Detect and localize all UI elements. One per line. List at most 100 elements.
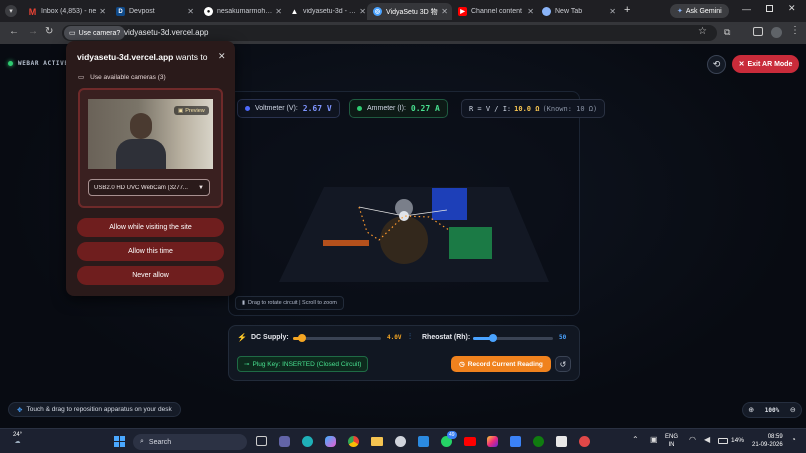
camera-option: ▭ Use available cameras (3) (78, 73, 166, 82)
rheostat-model (323, 240, 369, 246)
reposition-hint: ✥ Touch & drag to reposition apparatus o… (8, 402, 181, 417)
copilot-icon[interactable] (325, 436, 336, 447)
profile-avatar[interactable] (771, 27, 782, 38)
tab-strip: ▾ M Inbox (4,853) - ne ✕ D Devpost ✕ ● n… (0, 0, 806, 22)
star-icon[interactable]: ☆ (698, 26, 707, 37)
xbox-icon[interactable] (533, 436, 544, 447)
wifi-icon[interactable]: ◠ (689, 435, 696, 444)
circuit-3d-scene[interactable] (229, 92, 581, 317)
github-desktop-icon[interactable] (395, 436, 406, 447)
chrome-taskbar-icon[interactable] (348, 436, 359, 447)
back-icon[interactable]: ← (9, 26, 19, 37)
preview-icon: ▣ (178, 107, 184, 114)
allow-while-visiting-button[interactable]: Allow while visiting the site (77, 218, 224, 237)
reset-icon: ↺ (559, 359, 567, 369)
windows-taskbar: 24° ☁ ⌕ Search 49 ⌃ ▣ ENG IN ◠ ◀ 14% 08:… (0, 428, 806, 453)
battery-icon (718, 437, 728, 444)
plug-key-toggle[interactable]: ⊸ Plug Key: INSERTED (Closed Circuit) (237, 356, 369, 372)
tray-app-icon[interactable]: ▣ (650, 435, 658, 444)
tab-inbox[interactable]: M Inbox (4,853) - ne ✕ (22, 3, 110, 20)
minimize-button[interactable]: — (742, 4, 751, 14)
vidyasetu-icon: ◎ (373, 7, 382, 16)
tab-vercel[interactable]: ▲ vidyasetu-3d - Ov ✕ (284, 3, 370, 20)
new-tab-button[interactable]: + (624, 4, 630, 16)
dialog-close-button[interactable]: ✕ (218, 51, 226, 62)
edge-icon[interactable] (302, 436, 313, 447)
allow-this-time-button[interactable]: Allow this time (77, 242, 224, 261)
tab-vidyasetu[interactable]: ◎ VidyaSetu 3D 物 ✕ (367, 3, 452, 20)
taskbar-search[interactable]: ⌕ Search (133, 434, 247, 450)
close-icon[interactable]: ✕ (275, 7, 282, 16)
close-icon[interactable]: ✕ (609, 7, 616, 16)
never-allow-button[interactable]: Never allow (77, 266, 224, 285)
task-view-icon[interactable] (256, 436, 267, 446)
person-body (116, 139, 166, 169)
zoom-in-icon[interactable]: ⊕ (748, 406, 754, 414)
close-icon[interactable]: ✕ (441, 7, 448, 16)
dc-supply-thumb[interactable] (297, 334, 306, 342)
plug-icon: ⊸ (244, 361, 250, 368)
extensions-icon[interactable]: ⧉ (724, 27, 730, 38)
camera-app-icon[interactable] (579, 436, 590, 447)
github-icon: ● (204, 7, 213, 16)
tab-newtab[interactable]: New Tab ✕ (536, 3, 620, 20)
camera-select[interactable]: USB2.0 HD UVC WebCam (3277... ▼ (88, 179, 210, 196)
camera-permission-chip[interactable]: ▭ Use camera? (64, 26, 126, 40)
tab-label: New Tab (555, 8, 583, 15)
close-icon[interactable]: ✕ (527, 7, 534, 16)
restore-button[interactable] (766, 5, 773, 12)
battery-indicator[interactable]: 14% (718, 437, 744, 444)
close-icon[interactable]: ✕ (99, 7, 106, 16)
chrome-icon (542, 7, 551, 16)
reset-button[interactable]: ↺ (555, 356, 571, 372)
record-reading-button[interactable]: ◷ Record Current Reading (451, 356, 551, 372)
tab-youtube[interactable]: ▶ Channel content ✕ (452, 3, 538, 20)
exit-ar-button[interactable]: ✕ Exit AR Mode (732, 55, 799, 73)
rheostat-thumb[interactable] (489, 334, 497, 342)
tray-chevron-icon[interactable]: ⌃ (632, 435, 639, 444)
app-grid-icon[interactable] (510, 436, 521, 447)
rheostat-slider[interactable] (473, 334, 553, 342)
notification-badge: 49 (447, 431, 457, 439)
camera-preview-frame: ▣ Preview USB2.0 HD UVC WebCam (3277... … (78, 88, 223, 208)
file-explorer-icon[interactable] (371, 437, 383, 446)
start-icon[interactable] (114, 436, 125, 447)
webar-status: WEBAR ACTIVE (8, 60, 69, 67)
bolt-icon: ⚡ (237, 333, 247, 342)
zoom-out-icon[interactable]: ⊖ (790, 406, 796, 414)
language-indicator[interactable]: ENG IN (665, 433, 678, 449)
camera-icon: ▭ (69, 30, 76, 37)
tab-label: VidyaSetu 3D 物 (386, 8, 438, 16)
clock[interactable]: 08:59 21-09-2026 (752, 433, 783, 449)
vscode-icon[interactable] (418, 436, 429, 447)
refresh-camera-button[interactable]: ⟲ (707, 55, 726, 74)
camera-chip-label: Use camera? (78, 29, 121, 37)
tab-search-button[interactable]: ▾ (5, 5, 17, 17)
address-bar[interactable]: ▭ Use camera? vidyasetu-3d.vercel.app ☆ (62, 25, 717, 41)
apparatus-panel[interactable]: Voltmeter (V): 2.67 V Ammeter (I): 0.27 … (228, 91, 606, 317)
notifications-icon[interactable]: ◔ (791, 435, 796, 444)
text-app-icon[interactable] (556, 436, 567, 447)
close-window-button[interactable]: ✕ (788, 3, 796, 14)
ask-gemini-button[interactable]: ✦ Ask Gemini (670, 4, 729, 18)
teams-icon[interactable] (279, 436, 290, 447)
glow-light (380, 216, 428, 264)
dc-supply-slider[interactable] (293, 334, 381, 342)
close-icon[interactable]: ✕ (359, 7, 366, 16)
instagram-icon[interactable] (487, 436, 498, 447)
forward-icon[interactable]: → (28, 26, 38, 37)
tab-label: Channel content (471, 8, 522, 15)
record-icon: ◷ (459, 361, 465, 368)
volume-icon[interactable]: ◀ (704, 435, 710, 444)
menu-icon[interactable]: ⋮ (790, 25, 800, 36)
close-icon[interactable]: ✕ (187, 7, 194, 16)
reload-icon[interactable]: ↻ (45, 26, 53, 37)
sidepanel-icon[interactable] (753, 27, 763, 36)
youtube-icon: ▶ (458, 7, 467, 16)
tab-label: Inbox (4,853) - ne (41, 8, 97, 15)
youtube-taskbar-icon[interactable] (464, 437, 476, 446)
tab-github[interactable]: ● nesakumarmohan ✕ (198, 3, 286, 20)
weather-widget[interactable]: 24° ☁ (13, 432, 22, 445)
gemini-icon: ✦ (677, 8, 683, 15)
tab-devpost[interactable]: D Devpost ✕ (110, 3, 198, 20)
